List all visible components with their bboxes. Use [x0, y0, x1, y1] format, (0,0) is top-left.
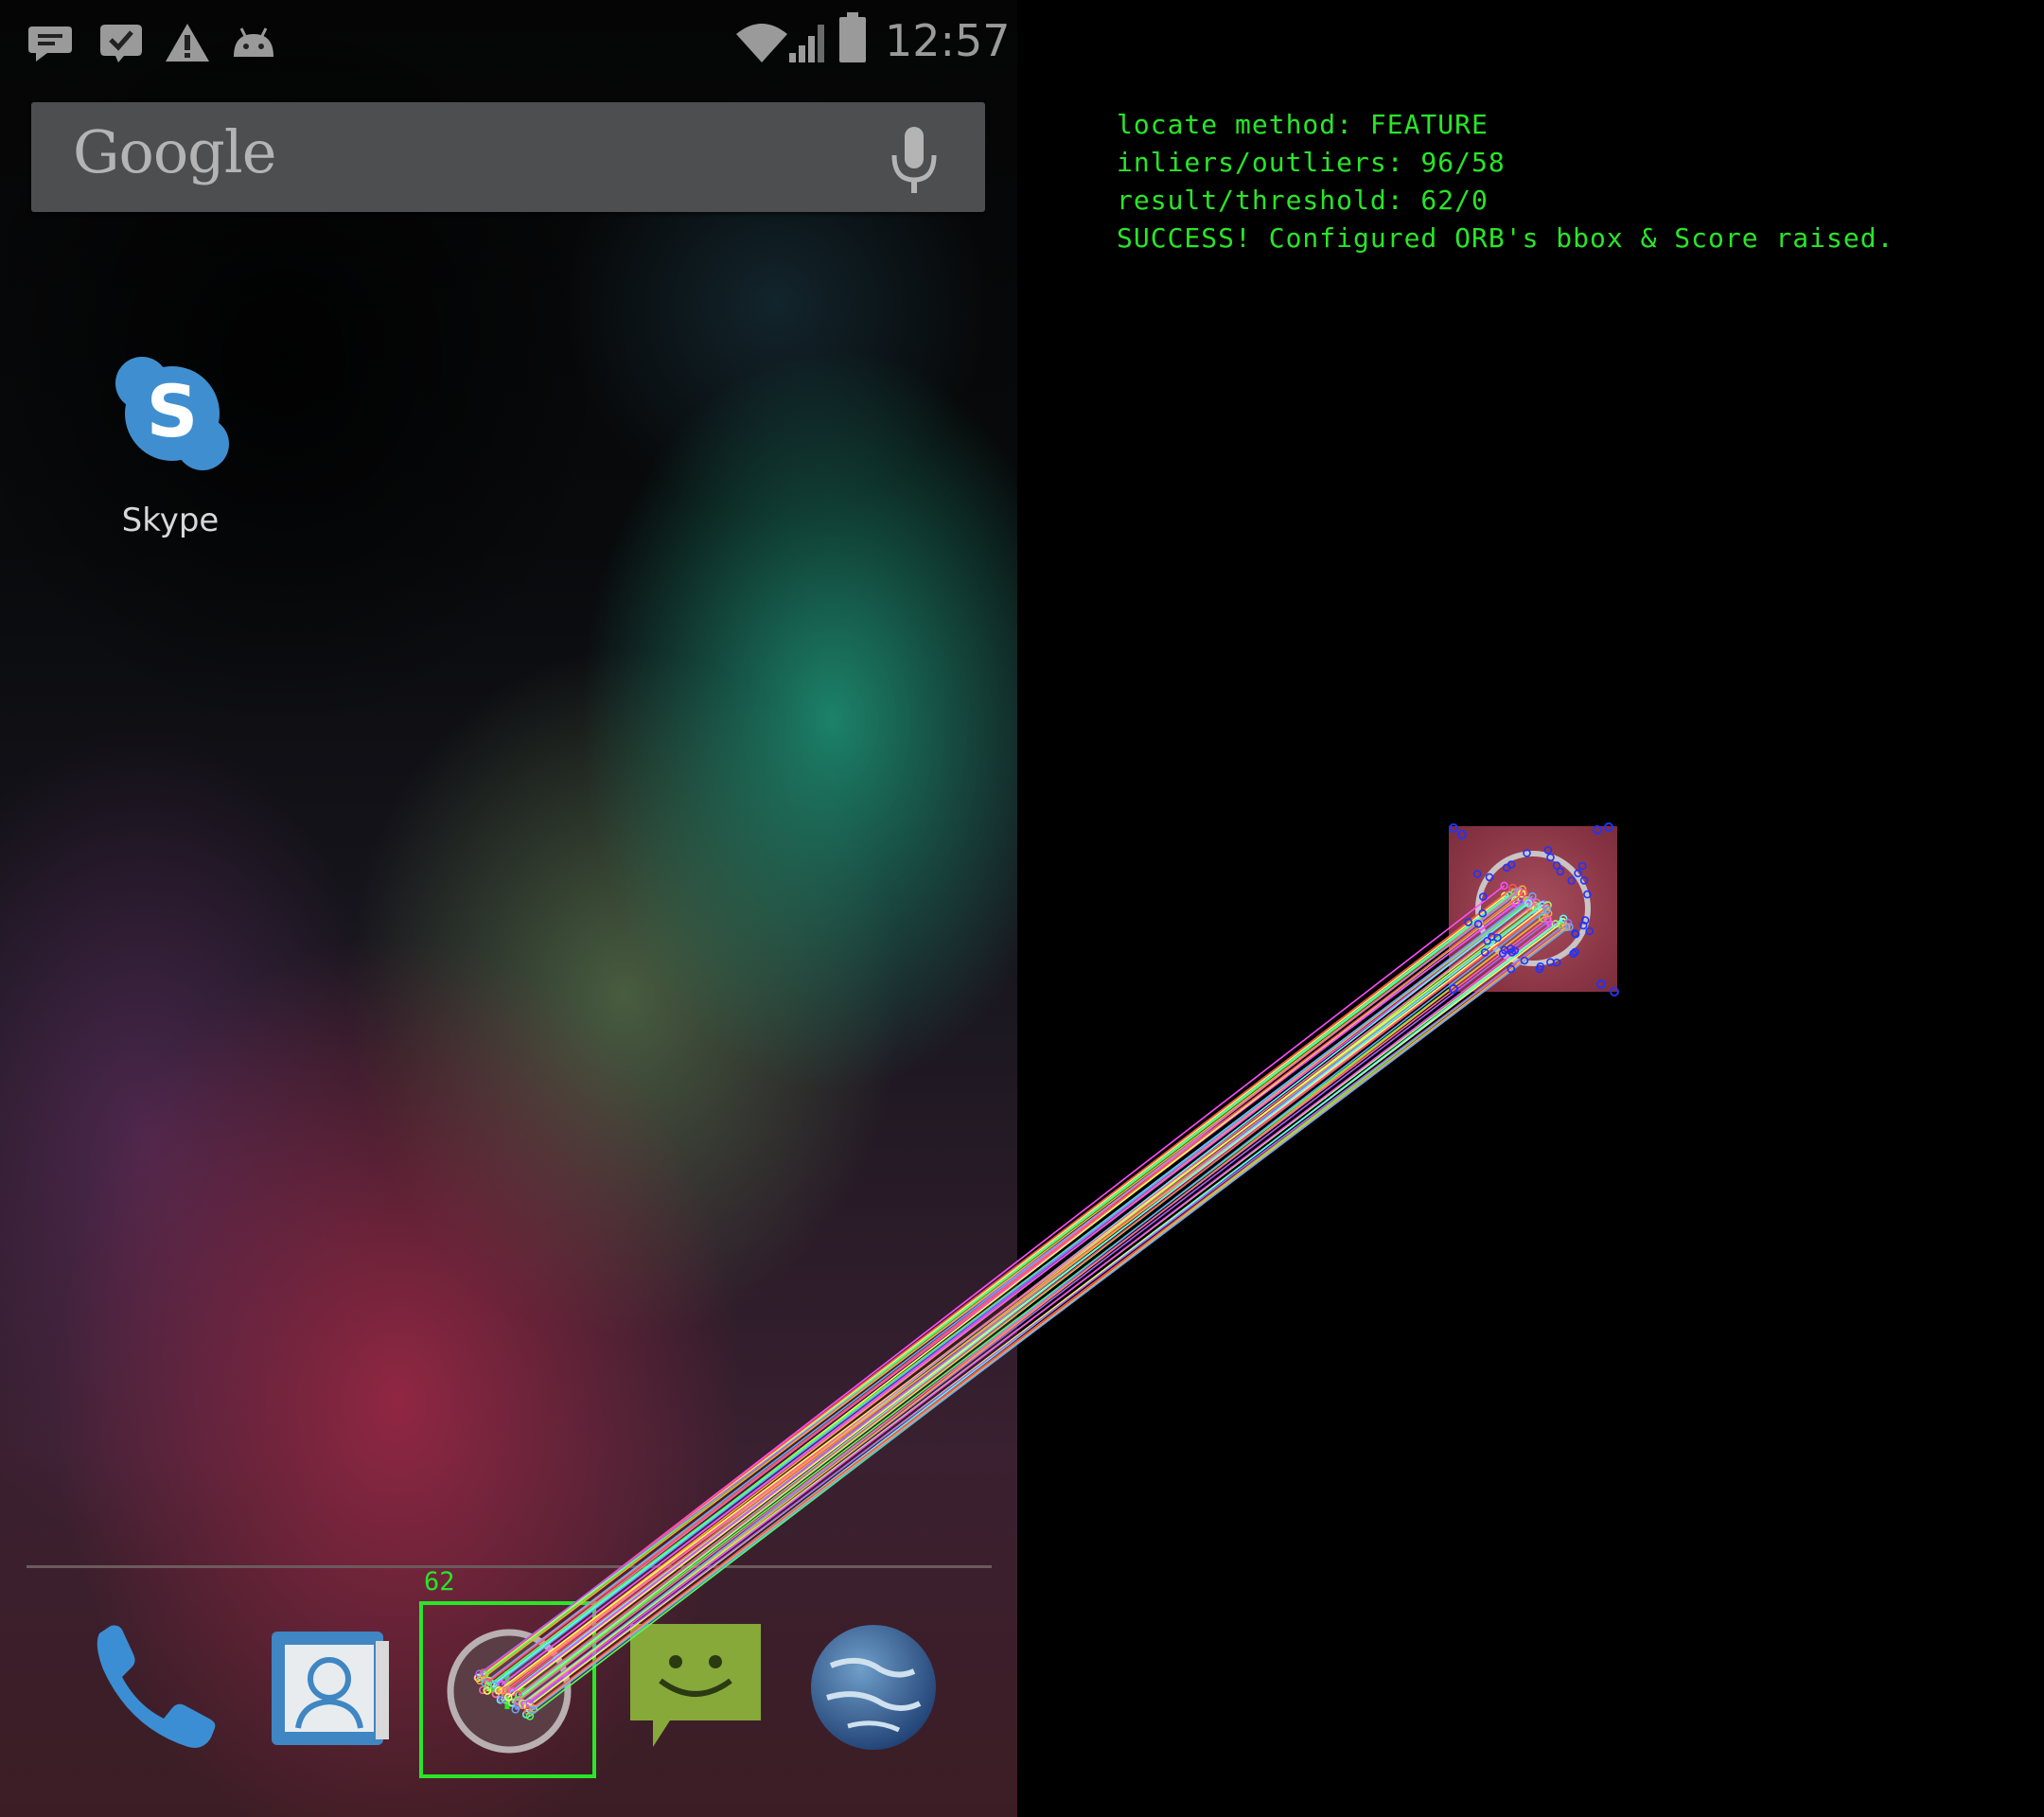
match-lines — [473, 881, 1574, 1720]
match-line — [483, 887, 1514, 1674]
match-line — [507, 908, 1542, 1699]
template-keypoint — [1593, 825, 1602, 835]
match-line — [515, 908, 1548, 1711]
info-line-result: result/threshold: 62/0 — [1117, 185, 1489, 216]
template-keypoint — [1596, 979, 1606, 989]
match-line — [517, 917, 1543, 1702]
template-keypoint — [1472, 870, 1482, 878]
template-keypoint — [1569, 949, 1577, 959]
match-line — [494, 895, 1533, 1686]
template-keypoint — [1567, 876, 1576, 885]
template-keypoint — [1543, 846, 1553, 855]
match-line — [487, 891, 1524, 1684]
match-score-label: 62 — [424, 1567, 455, 1596]
info-line-method: locate method: FEATURE — [1117, 109, 1489, 140]
match-line — [518, 918, 1548, 1702]
match-line — [529, 922, 1569, 1704]
match-line — [533, 926, 1567, 1710]
match-line — [484, 891, 1516, 1676]
match-line — [518, 907, 1547, 1696]
feature-match-overlay — [419, 822, 1619, 1778]
info-line-success: SUCCESS! Configured ORB's bbox & Score r… — [1117, 222, 1894, 254]
template-keypoint — [1556, 867, 1565, 876]
template-keypoint — [1577, 861, 1587, 871]
template-keypoint — [1585, 926, 1594, 936]
template-keypoint — [1604, 822, 1613, 832]
match-line — [505, 902, 1538, 1691]
template-keypoint — [1449, 823, 1458, 833]
match-line — [532, 926, 1570, 1711]
template-keypoint — [1457, 830, 1467, 839]
info-line-inliers: inliers/outliers: 96/58 — [1117, 147, 1506, 178]
match-line — [524, 924, 1552, 1706]
match-line — [501, 901, 1531, 1685]
match-line — [479, 899, 1522, 1675]
match-line — [482, 891, 1519, 1691]
match-line — [502, 903, 1544, 1701]
template-keypoint — [1610, 987, 1619, 997]
match-line — [527, 921, 1563, 1708]
locate-info-panel: locate method: FEATURE inliers/outliers:… — [1117, 106, 1894, 257]
